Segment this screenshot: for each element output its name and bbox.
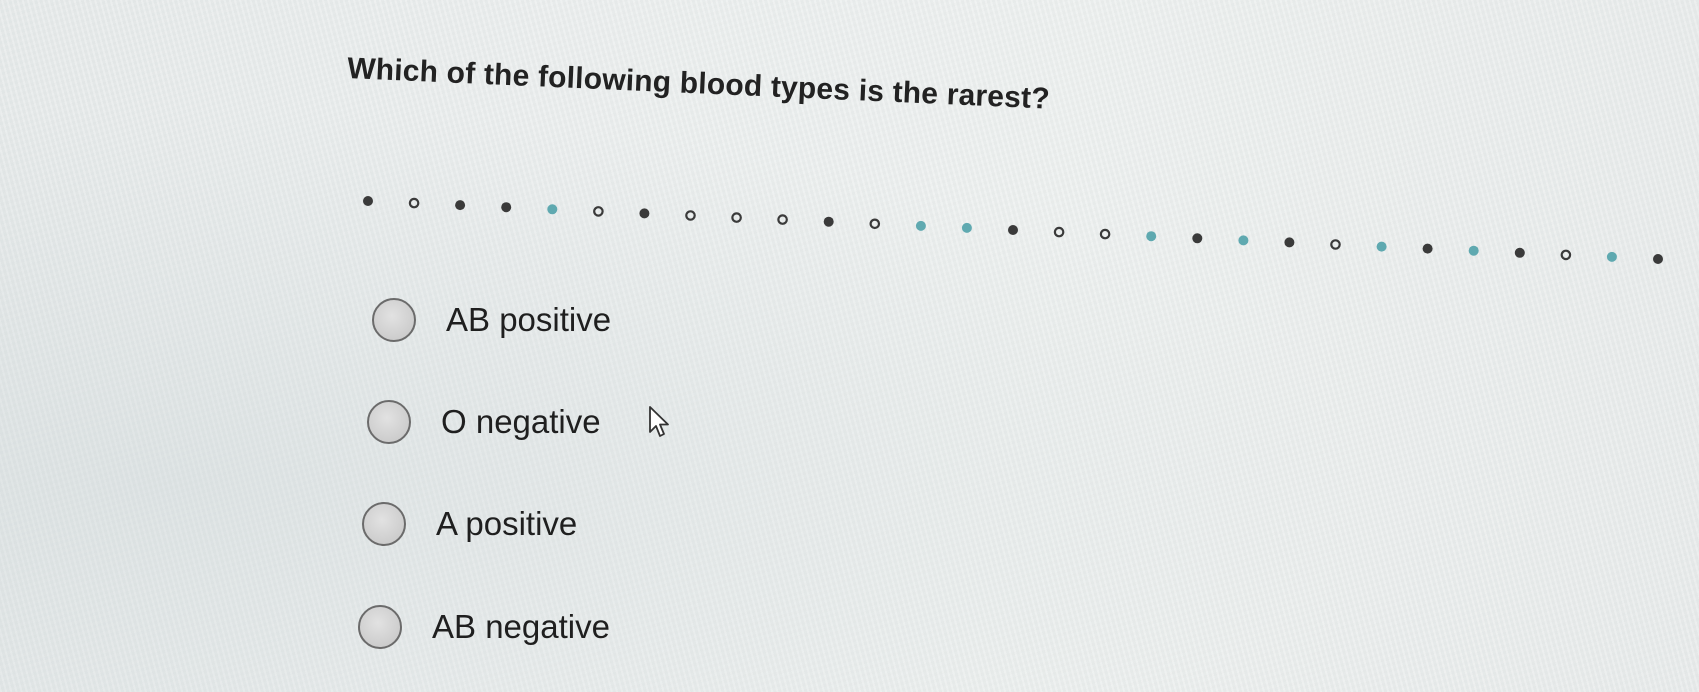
separator-dot-hollow: [1330, 239, 1341, 250]
separator-dot-hollow: [1053, 226, 1065, 238]
separator-dot-dark: [1653, 254, 1663, 264]
option-label[interactable]: A positive: [436, 505, 577, 543]
separator-dot-teal: [1238, 235, 1249, 246]
separator-dot-dark: [823, 216, 834, 227]
separator-dot-dark: [1008, 225, 1018, 235]
separator-dot-hollow: [1099, 228, 1111, 240]
separator-dot-dark: [455, 200, 466, 211]
separator-dot-teal: [915, 220, 926, 231]
option-a-positive[interactable]: A positive: [362, 502, 577, 546]
separator-dot-hollow: [408, 197, 420, 209]
separator-dot-hollow: [777, 214, 788, 225]
radio-button-icon[interactable]: [362, 502, 406, 546]
quiz-screen: Which of the following blood types is th…: [0, 0, 1699, 692]
separator-dot-dark: [1422, 243, 1433, 254]
option-label[interactable]: O negative: [441, 403, 601, 441]
separator-dot-hollow: [731, 212, 742, 223]
dotted-separator-dots: [363, 196, 1663, 264]
separator-dot-teal: [1376, 241, 1387, 252]
option-o-negative[interactable]: O negative: [367, 400, 601, 444]
separator-dot-dark: [1192, 233, 1203, 244]
mouse-pointer-arrow-icon: [649, 406, 669, 437]
separator-dot-teal: [547, 204, 558, 215]
separator-dot-hollow: [593, 206, 604, 217]
radio-button-icon[interactable]: [358, 605, 402, 649]
separator-dot-hollow: [869, 218, 881, 230]
option-label[interactable]: AB negative: [432, 608, 610, 646]
separator-dot-hollow: [685, 210, 696, 221]
separator-dot-teal: [1468, 245, 1479, 256]
separator-dot-teal: [961, 222, 972, 233]
radio-button-icon[interactable]: [367, 400, 411, 444]
separator-dot-teal: [1606, 251, 1617, 262]
question-text: Which of the following blood types is th…: [346, 52, 1051, 116]
separator-dot-hollow: [1560, 249, 1572, 261]
option-ab-negative[interactable]: AB negative: [358, 605, 610, 649]
option-label[interactable]: AB positive: [446, 301, 611, 339]
radio-button-icon[interactable]: [372, 298, 416, 342]
separator-dot-dark: [1284, 237, 1295, 248]
separator-dot-teal: [1146, 231, 1157, 242]
option-ab-positive[interactable]: AB positive: [372, 298, 611, 342]
separator-dot-dark: [639, 208, 650, 219]
separator-dot-dark: [1514, 247, 1525, 258]
separator-dot-dark: [363, 196, 373, 206]
separator-dot-dark: [501, 202, 512, 213]
